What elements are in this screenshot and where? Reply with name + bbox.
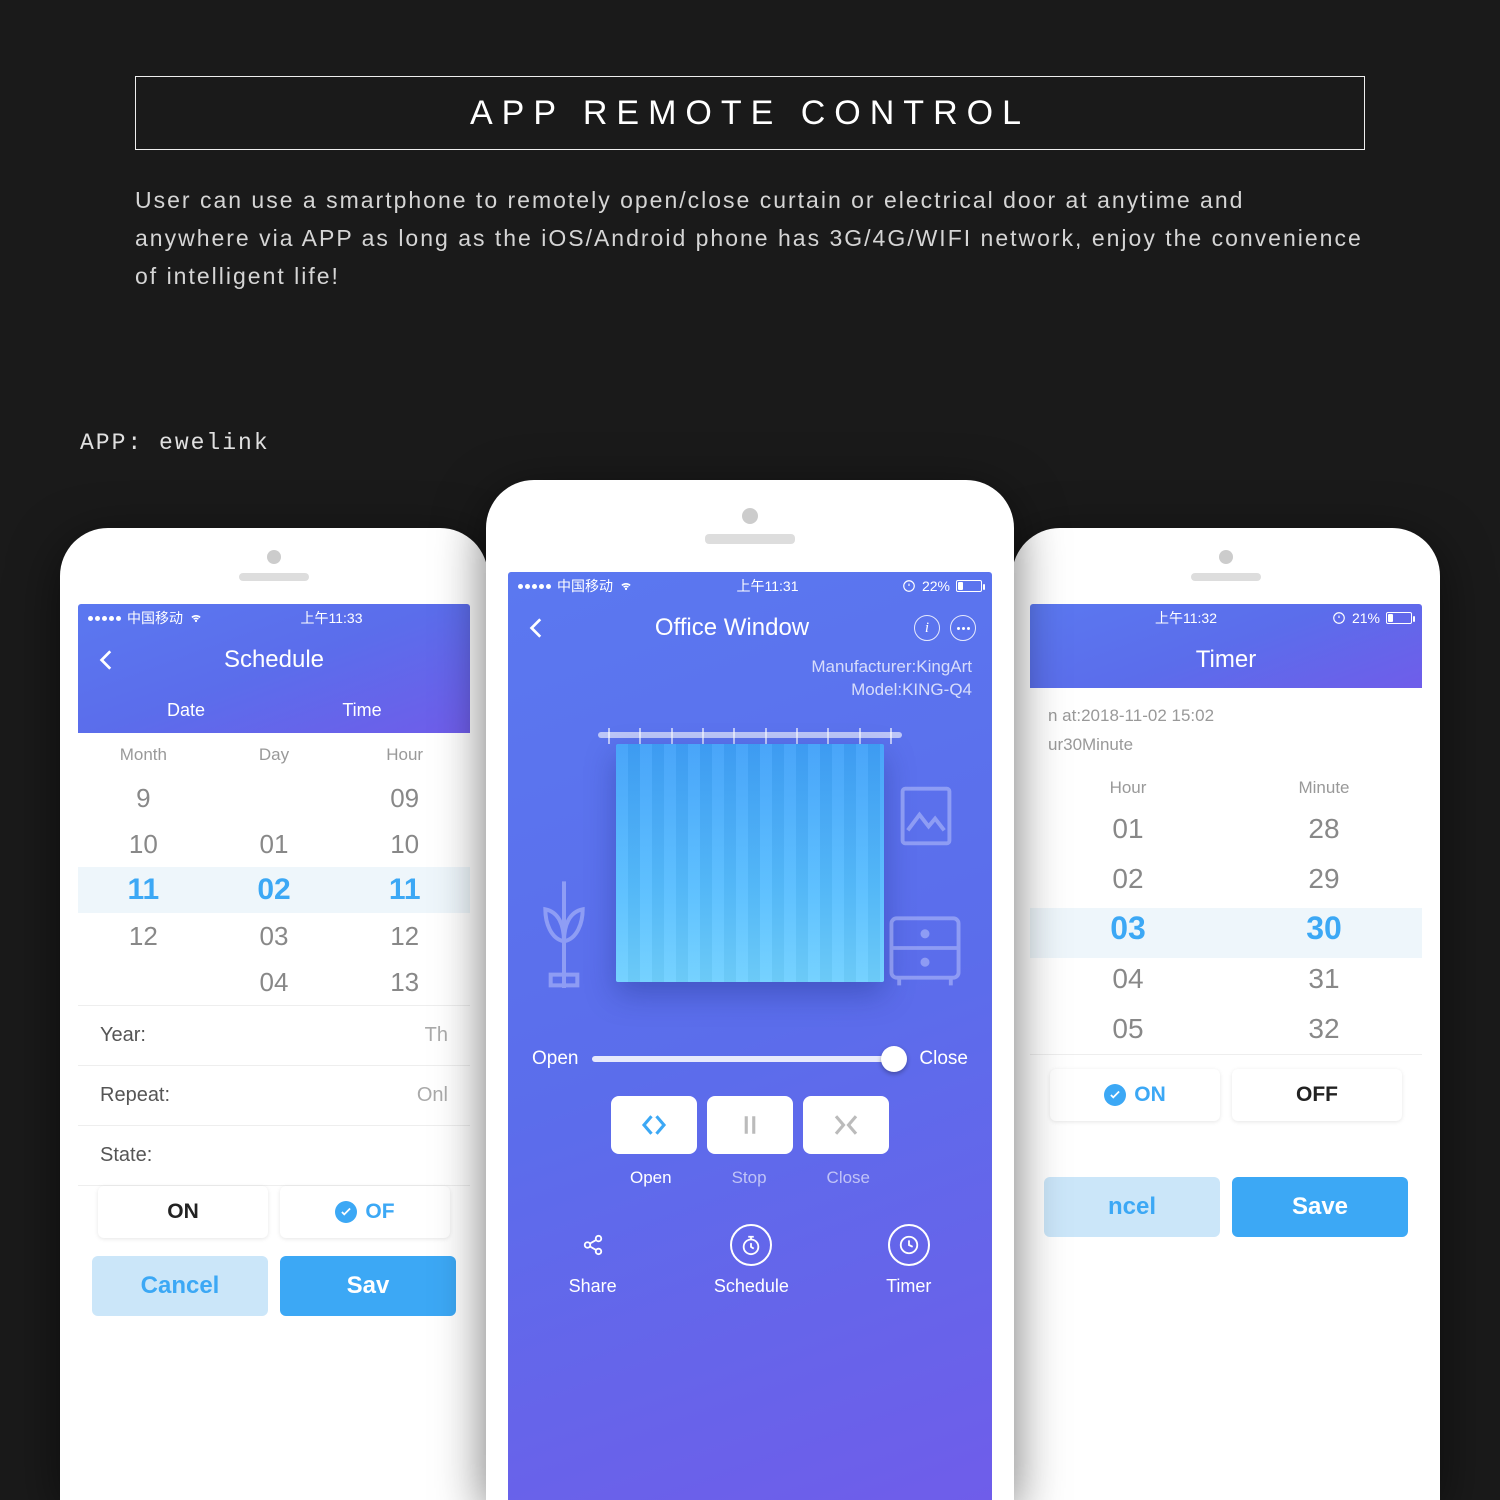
stop-button[interactable] <box>707 1096 793 1154</box>
timer-on-button[interactable]: ON <box>1050 1069 1220 1121</box>
state-on-button[interactable]: ON <box>98 1186 268 1238</box>
open-label: Open <box>630 1168 672 1188</box>
timer-info: n at:2018-11-02 15:02 ur30Minute <box>1030 688 1422 770</box>
status-time: 上午11:32 <box>1155 608 1217 628</box>
timer-icon <box>888 1224 930 1266</box>
nav-schedule[interactable]: Schedule <box>714 1224 789 1297</box>
state-row: State: <box>78 1125 470 1186</box>
cancel-button[interactable]: Cancel <box>92 1256 268 1316</box>
status-bar: 上午11:32 21% <box>1030 604 1422 632</box>
status-time: 上午11:33 <box>301 608 363 628</box>
status-bar: 中国移动 上午11:31 22% <box>508 572 992 600</box>
position-slider[interactable] <box>592 1056 905 1062</box>
share-icon <box>572 1224 614 1266</box>
banner: APP REMOTE CONTROL <box>135 76 1365 150</box>
status-bar: 中国移动 上午11:33 <box>78 604 470 632</box>
nav-timer[interactable]: Timer <box>886 1224 931 1297</box>
nav-share[interactable]: Share <box>569 1224 617 1297</box>
description-text: User can use a smartphone to remotely op… <box>135 182 1365 296</box>
more-icon[interactable] <box>950 615 976 641</box>
app-name-label: APP: ewelink <box>80 430 270 456</box>
device-info: Manufacturer:KingArt Model:KING-Q4 <box>508 656 992 710</box>
page-title: Schedule <box>224 646 324 674</box>
battery-icon <box>1386 612 1412 624</box>
picture-frame-icon <box>900 786 952 846</box>
phone-timer: 上午11:32 21% Timer n at:2018-11-02 15:02 … <box>1012 528 1440 1500</box>
back-icon[interactable] <box>94 647 120 673</box>
timer-hour-column[interactable]: Hour 0102030405 <box>1030 770 1226 1054</box>
status-time: 上午11:31 <box>736 576 798 596</box>
back-icon[interactable] <box>524 615 550 641</box>
slider-close-label: Close <box>919 1048 968 1070</box>
page-title: Timer <box>1196 646 1256 674</box>
cancel-button[interactable]: ncel <box>1044 1177 1220 1237</box>
wifi-icon <box>619 579 633 593</box>
hour-column[interactable]: Hour 0910111213 <box>339 745 470 1005</box>
schedule-icon <box>730 1224 772 1266</box>
phone-device: 中国移动 上午11:31 22% Office Window i Manufac… <box>486 480 1014 1500</box>
battery-icon <box>956 580 982 592</box>
year-row[interactable]: Year:Th <box>78 1005 470 1065</box>
stop-label: Stop <box>732 1168 767 1188</box>
check-icon <box>1104 1084 1126 1106</box>
slider-thumb[interactable] <box>881 1046 907 1072</box>
close-label: Close <box>827 1168 870 1188</box>
phone-schedule: 中国移动 上午11:33 Schedule Date Time Mont <box>60 528 488 1500</box>
month-column[interactable]: Month 9101112 <box>78 745 209 1005</box>
plant-icon <box>536 868 592 988</box>
check-icon <box>335 1201 357 1223</box>
curtain-illustration <box>508 710 992 1040</box>
timer-minute-column[interactable]: Minute 2829303132 <box>1226 770 1422 1054</box>
save-button[interactable]: Save <box>1232 1177 1408 1237</box>
info-icon[interactable]: i <box>914 615 940 641</box>
repeat-row[interactable]: Repeat:Onl <box>78 1065 470 1125</box>
open-button[interactable] <box>611 1096 697 1154</box>
timer-off-button[interactable]: OFF <box>1232 1069 1402 1121</box>
save-button[interactable]: Sav <box>280 1256 456 1316</box>
rotation-lock-icon <box>902 579 916 593</box>
day-column[interactable]: Day 01020304 <box>209 745 340 1005</box>
schedule-header-row: Date Time <box>78 688 470 733</box>
rotation-lock-icon <box>1332 611 1346 625</box>
drawer-icon <box>886 908 964 988</box>
phone-showcase: 中国移动 上午11:33 Schedule Date Time Mont <box>0 480 1500 1500</box>
wifi-icon <box>189 611 203 625</box>
slider-open-label: Open <box>532 1048 578 1070</box>
close-button[interactable] <box>803 1096 889 1154</box>
banner-title: APP REMOTE CONTROL <box>470 94 1030 133</box>
device-title: Office Window <box>655 614 809 642</box>
state-off-button[interactable]: OF <box>280 1186 450 1238</box>
